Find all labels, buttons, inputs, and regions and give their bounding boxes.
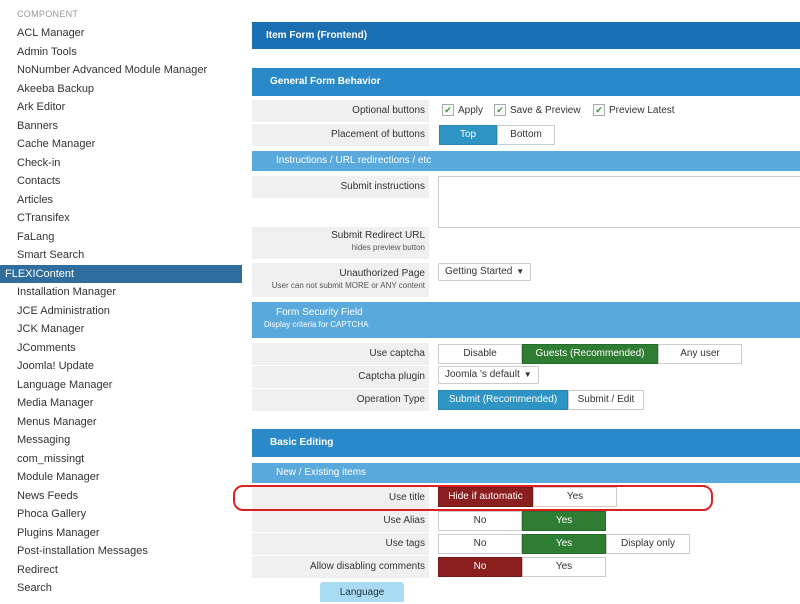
allow-comments-yes-button[interactable]: Yes xyxy=(522,557,606,577)
sidebar-item-module-manager[interactable]: Module Manager xyxy=(0,468,242,487)
use-captcha-label: Use captcha xyxy=(252,343,429,365)
unauthorized-page-label-text: Unauthorized Page xyxy=(339,268,425,279)
sidebar-item-menus-manager[interactable]: Menus Manager xyxy=(0,413,242,432)
save-preview-checkbox-label: Save & Preview xyxy=(510,104,581,116)
sidebar-item-articles[interactable]: Articles xyxy=(0,191,242,210)
unauthorized-page-help: User can not submit MORE or ANY content xyxy=(271,281,425,290)
sidebar-section-label: COMPONENT xyxy=(17,9,79,19)
use-title-button-group: Hide if automatic Yes xyxy=(438,487,617,507)
submit-instructions-label: Submit instructions xyxy=(252,176,429,198)
basic-editing-header: Basic Editing xyxy=(252,429,800,457)
use-tags-button-group: No Yes Display only xyxy=(438,534,690,554)
use-title-label: Use title xyxy=(252,487,429,509)
new-existing-subheader: New / Existing items xyxy=(252,463,800,483)
placement-button-group: Top Bottom xyxy=(439,125,555,145)
use-tags-yes-button[interactable]: Yes xyxy=(522,534,606,554)
use-alias-yes-button[interactable]: Yes xyxy=(522,511,606,531)
apply-checkbox[interactable]: ✔ Apply xyxy=(442,104,483,116)
sidebar-item-redirect[interactable]: Redirect xyxy=(0,561,242,580)
instructions-subheader: Instructions / URL redirections / etc xyxy=(252,151,800,171)
operation-type-button-group: Submit (Recommended) Submit / Edit xyxy=(438,390,644,410)
sidebar-item-banners[interactable]: Banners xyxy=(0,117,242,136)
use-alias-button-group: No Yes xyxy=(438,511,606,531)
sidebar-menu: ACL Manager Admin Tools NoNumber Advance… xyxy=(0,24,242,598)
sidebar-item-joomla-update[interactable]: Joomla! Update xyxy=(0,357,242,376)
language-tab[interactable]: Language xyxy=(320,582,404,602)
sidebar-item-installation-manager[interactable]: Installation Manager xyxy=(0,283,242,302)
sidebar: COMPONENT ACL Manager Admin Tools NoNumb… xyxy=(0,0,242,602)
submit-redirect-label: Submit Redirect URL hides preview button xyxy=(252,227,429,259)
operation-submit-button[interactable]: Submit (Recommended) xyxy=(438,390,568,410)
preview-latest-checkbox-label: Preview Latest xyxy=(609,104,675,116)
sidebar-item-jce-administration[interactable]: JCE Administration xyxy=(0,302,242,321)
sidebar-item-acl-manager[interactable]: ACL Manager xyxy=(0,24,242,43)
caret-down-icon: ▼ xyxy=(523,370,532,379)
use-alias-label: Use Alias xyxy=(252,510,429,532)
sidebar-item-ark-editor[interactable]: Ark Editor xyxy=(0,98,242,117)
use-captcha-button-group: Disable Guests (Recommended) Any user xyxy=(438,344,742,364)
allow-comments-label: Allow disabling comments xyxy=(252,556,429,578)
optional-buttons-label: Optional buttons xyxy=(252,100,429,122)
use-alias-no-button[interactable]: No xyxy=(438,511,522,531)
submit-redirect-help: hides preview button xyxy=(351,243,425,252)
form-security-help: Display criteria for CAPTCHA xyxy=(264,320,369,329)
submit-instructions-textarea[interactable] xyxy=(438,176,800,228)
sidebar-item-contacts[interactable]: Contacts xyxy=(0,172,242,191)
unauthorized-page-dropdown[interactable]: Getting Started ▼ xyxy=(438,263,532,281)
sidebar-item-phoca-gallery[interactable]: Phoca Gallery xyxy=(0,505,242,524)
form-security-title: Form Security Field xyxy=(276,307,363,318)
sidebar-item-falang[interactable]: FaLang xyxy=(0,228,242,247)
sidebar-item-media-manager[interactable]: Media Manager xyxy=(0,394,242,413)
checkmark-icon: ✔ xyxy=(442,104,454,116)
captcha-guests-button[interactable]: Guests (Recommended) xyxy=(522,344,658,364)
sidebar-item-post-installation-messages[interactable]: Post-installation Messages xyxy=(0,542,242,561)
use-title-hide-button[interactable]: Hide if automatic xyxy=(438,487,533,507)
placement-top-button[interactable]: Top xyxy=(439,125,497,145)
sidebar-item-advanced-module-manager[interactable]: NoNumber Advanced Module Manager xyxy=(0,61,242,80)
operation-type-label: Operation Type xyxy=(252,389,429,411)
captcha-disable-button[interactable]: Disable xyxy=(438,344,522,364)
main-content: Item Form (Frontend) General Form Behavi… xyxy=(252,0,800,602)
submit-redirect-label-text: Submit Redirect URL xyxy=(331,230,425,241)
sidebar-item-plugins-manager[interactable]: Plugins Manager xyxy=(0,524,242,543)
captcha-plugin-value: Joomla 's default xyxy=(445,369,520,380)
captcha-any-user-button[interactable]: Any user xyxy=(658,344,742,364)
sidebar-item-jck-manager[interactable]: JCK Manager xyxy=(0,320,242,339)
apply-checkbox-label: Apply xyxy=(458,104,484,116)
sidebar-item-flexicontent[interactable]: FLEXIContent xyxy=(0,264,242,283)
sidebar-item-admin-tools[interactable]: Admin Tools xyxy=(0,43,242,62)
unauthorized-page-label: Unauthorized Page User can not submit MO… xyxy=(252,263,429,297)
use-tags-label: Use tags xyxy=(252,533,429,555)
sidebar-item-cache-manager[interactable]: Cache Manager xyxy=(0,135,242,154)
sidebar-item-com-missingt[interactable]: com_missingt xyxy=(0,450,242,469)
save-preview-checkbox[interactable]: ✔ Save & Preview xyxy=(494,104,581,116)
sidebar-item-check-in[interactable]: Check-in xyxy=(0,154,242,173)
preview-latest-checkbox[interactable]: ✔ Preview Latest xyxy=(593,104,675,116)
sidebar-item-language-manager[interactable]: Language Manager xyxy=(0,376,242,395)
placement-buttons-label: Placement of buttons xyxy=(252,124,429,146)
use-tags-display-only-button[interactable]: Display only xyxy=(606,534,690,554)
use-title-yes-button[interactable]: Yes xyxy=(533,487,617,507)
allow-comments-no-button[interactable]: No xyxy=(438,557,522,577)
sidebar-item-jcomments[interactable]: JComments xyxy=(0,339,242,358)
sidebar-item-akeeba-backup[interactable]: Akeeba Backup xyxy=(0,80,242,99)
placement-bottom-button[interactable]: Bottom xyxy=(497,125,555,145)
general-form-behavior-header: General Form Behavior xyxy=(252,68,800,96)
caret-down-icon: ▼ xyxy=(516,267,525,276)
sidebar-item-news-feeds[interactable]: News Feeds xyxy=(0,487,242,506)
unauthorized-page-value: Getting Started xyxy=(445,266,513,277)
operation-submit-edit-button[interactable]: Submit / Edit xyxy=(568,390,644,410)
sidebar-item-search[interactable]: Search xyxy=(0,579,242,598)
use-tags-no-button[interactable]: No xyxy=(438,534,522,554)
sidebar-item-messaging[interactable]: Messaging xyxy=(0,431,242,450)
allow-comments-button-group: No Yes xyxy=(438,557,606,577)
sidebar-item-ctransifex[interactable]: CTransifex xyxy=(0,209,242,228)
sidebar-item-smart-search[interactable]: Smart Search xyxy=(0,246,242,265)
checkmark-icon: ✔ xyxy=(593,104,605,116)
item-form-header: Item Form (Frontend) xyxy=(252,22,800,49)
checkmark-icon: ✔ xyxy=(494,104,506,116)
form-security-subheader: Form Security Field Display criteria for… xyxy=(252,302,800,338)
captcha-plugin-dropdown[interactable]: Joomla 's default ▼ xyxy=(438,366,539,384)
captcha-plugin-label: Captcha plugin xyxy=(252,366,429,388)
